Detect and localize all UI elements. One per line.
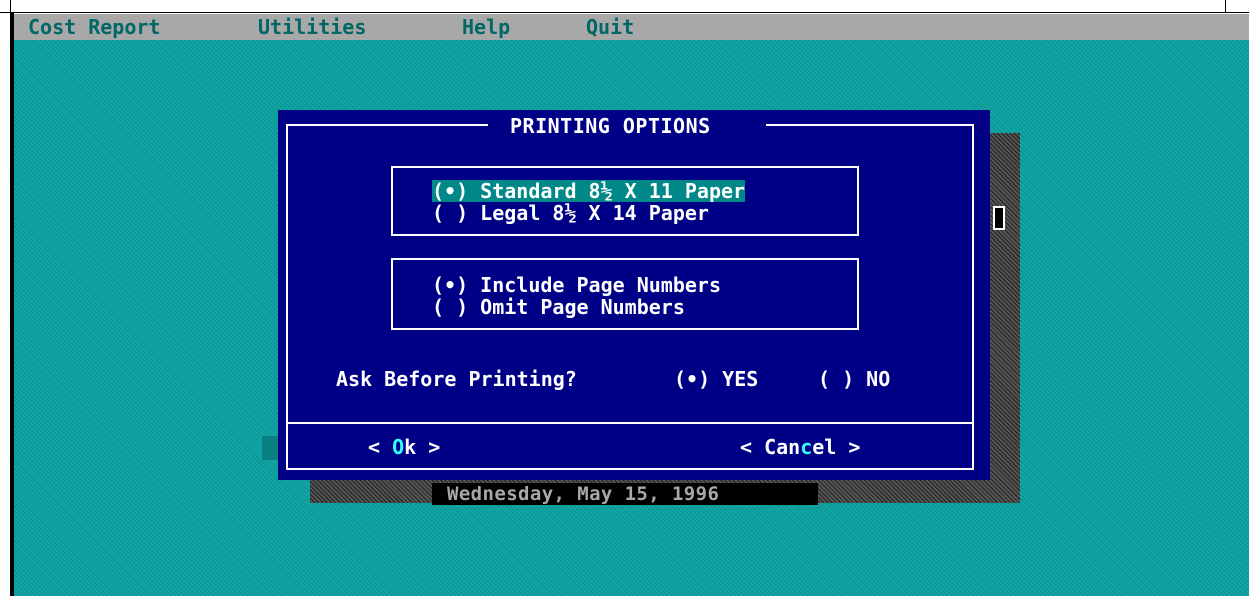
menu-utilities[interactable]: Utilities bbox=[258, 16, 366, 38]
radio-omit-page-numbers[interactable]: ( ) Omit Page Numbers bbox=[432, 296, 685, 318]
dos-screen: Cost Report Utilities Help Quit Wednesda… bbox=[0, 0, 1249, 596]
menu-help[interactable]: Help bbox=[462, 16, 510, 38]
scrollbar-thumb[interactable] bbox=[993, 206, 1005, 230]
top-frame bbox=[0, 0, 1249, 13]
radio-ask-no[interactable]: ( ) NO bbox=[818, 368, 890, 390]
date-display: Wednesday, May 15, 1996 bbox=[447, 483, 720, 505]
ok-button[interactable]: < Ok > bbox=[368, 436, 440, 458]
radio-legal-paper[interactable]: ( ) Legal 8½ X 14 Paper bbox=[432, 202, 709, 224]
radio-ask-yes[interactable]: (•) YES bbox=[674, 368, 758, 390]
ask-before-printing-label: Ask Before Printing? bbox=[336, 367, 577, 391]
background-window-edge bbox=[262, 436, 278, 460]
ok-hotkey: O bbox=[392, 435, 405, 459]
menu-bar: Cost Report Utilities Help Quit bbox=[14, 14, 1249, 40]
dialog-title: PRINTING OPTIONS bbox=[510, 114, 711, 138]
radio-include-page-numbers[interactable]: (•) Include Page Numbers bbox=[432, 274, 721, 296]
button-separator bbox=[286, 422, 974, 424]
printing-options-dialog: PRINTING OPTIONS (•) Standard 8½ X 11 Pa… bbox=[278, 110, 990, 480]
cancel-button[interactable]: < Cancel > bbox=[740, 436, 860, 458]
menu-cost-report[interactable]: Cost Report bbox=[28, 16, 160, 38]
cancel-hotkey: c bbox=[800, 435, 813, 459]
radio-standard-paper[interactable]: (•) Standard 8½ X 11 Paper bbox=[432, 180, 746, 202]
menu-quit[interactable]: Quit bbox=[586, 16, 634, 38]
